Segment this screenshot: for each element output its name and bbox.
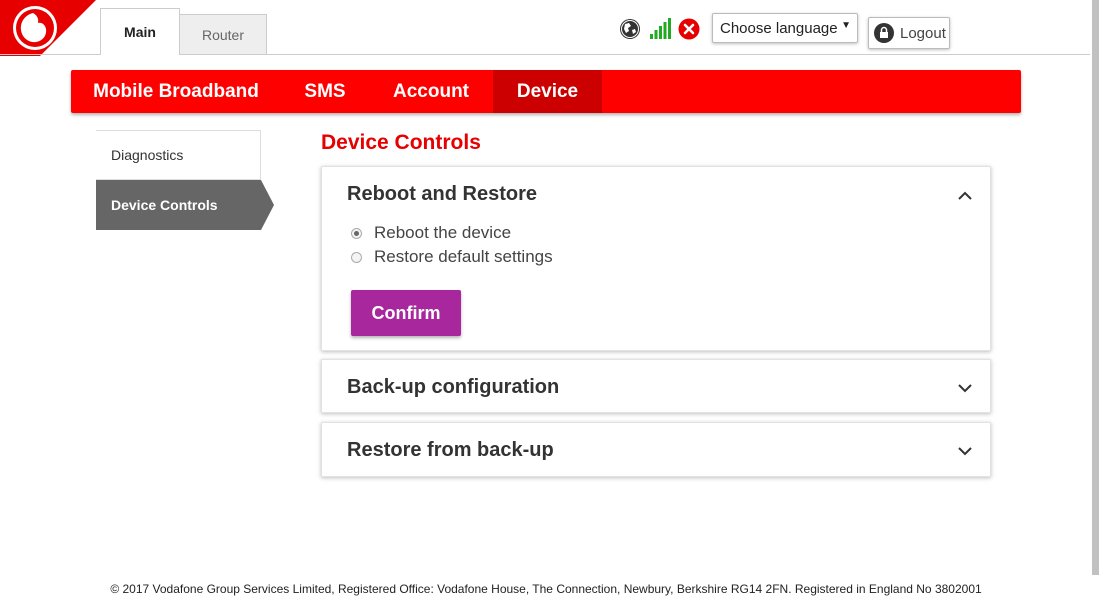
sidebar-item-device-controls[interactable]: Device Controls: [96, 180, 261, 230]
option-label: Restore default settings: [374, 247, 553, 266]
nav-account[interactable]: Account: [369, 70, 493, 113]
nav-sms[interactable]: SMS: [281, 70, 369, 113]
chevron-down-icon[interactable]: [958, 446, 972, 456]
globe-icon: [620, 19, 640, 39]
chevron-up-icon[interactable]: [958, 191, 972, 201]
tab-main[interactable]: Main: [100, 8, 180, 55]
backup-configuration-panel[interactable]: Back-up configuration: [321, 359, 991, 413]
restore-from-backup-panel[interactable]: Restore from back-up: [321, 422, 991, 477]
panel-title: Reboot and Restore: [347, 183, 538, 205]
signal-strength-icon: [650, 18, 671, 39]
reboot-restore-panel: Reboot and Restore Reboot the device Res…: [321, 166, 991, 351]
nav-device[interactable]: Device: [493, 70, 602, 113]
radio-button[interactable]: [351, 251, 362, 263]
sidebar-active-pointer: [261, 180, 274, 230]
sidebar-item-diagnostics[interactable]: Diagnostics: [96, 130, 261, 180]
logout-button[interactable]: Logout: [868, 17, 950, 49]
vodafone-logo: [0, 0, 96, 56]
panel-title: Back-up configuration: [347, 376, 560, 398]
option-label: Reboot the device: [374, 223, 512, 242]
confirm-button[interactable]: Confirm: [351, 290, 461, 336]
reboot-device-option[interactable]: Reboot the device: [351, 223, 511, 243]
restore-default-option[interactable]: Restore default settings: [351, 247, 553, 267]
panel-title: Restore from back-up: [347, 439, 554, 461]
nav-mobile-broadband[interactable]: Mobile Broadband: [71, 70, 281, 113]
main-nav: Mobile Broadband SMS Account Device: [71, 70, 1021, 113]
page-title: Device Controls: [321, 131, 481, 154]
chevron-down-icon[interactable]: [958, 383, 972, 393]
disconnected-icon: [678, 18, 700, 40]
footer-text: © 2017 Vodafone Group Services Limited, …: [110, 582, 982, 596]
radio-button-selected[interactable]: [351, 227, 362, 239]
language-select-value: Choose language: [720, 19, 838, 37]
tab-router[interactable]: Router: [180, 14, 267, 54]
scrollbar[interactable]: [1092, 0, 1099, 575]
language-select[interactable]: Choose language ▼: [712, 13, 858, 43]
dropdown-arrow-icon: ▼: [841, 20, 851, 31]
logout-label: Logout: [900, 24, 946, 42]
lock-icon: [874, 23, 894, 43]
